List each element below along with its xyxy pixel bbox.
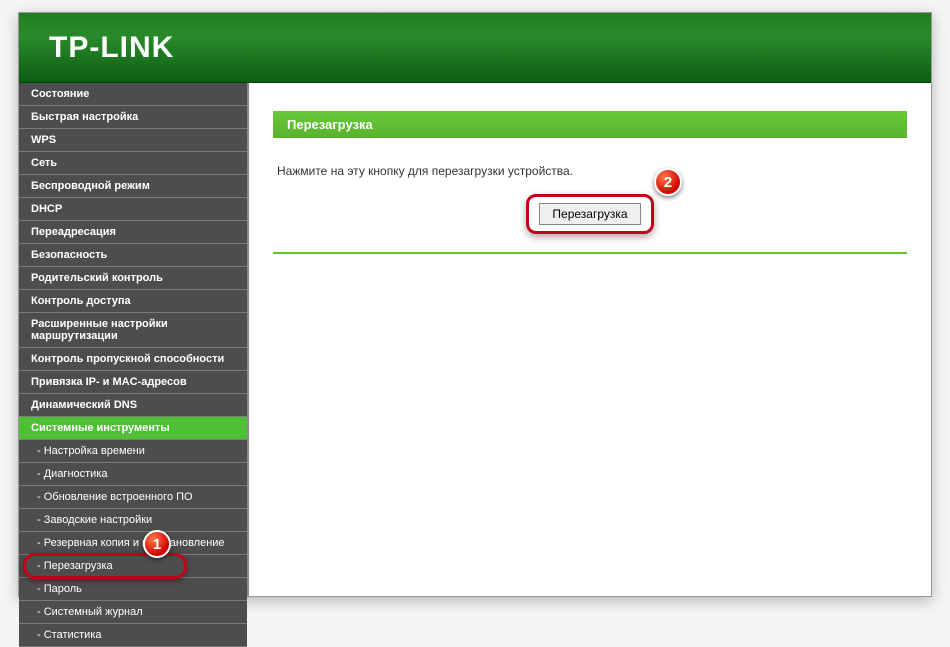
sidebar-sub-factory[interactable]: - Заводские настройки (19, 509, 247, 532)
sidebar-item-security[interactable]: Безопасность (19, 244, 247, 267)
annotation-marker-1: 1 (143, 530, 171, 558)
sidebar-item-parental[interactable]: Родительский контроль (19, 267, 247, 290)
brand-logo: TP-LINK (49, 31, 174, 65)
sidebar-item-label: Беспроводной режим (31, 180, 150, 192)
sidebar-sub-stats[interactable]: - Статистика (19, 624, 247, 647)
sidebar-item-forwarding[interactable]: Переадресация (19, 221, 247, 244)
main-content: Перезагрузка Нажмите на эту кнопку для п… (249, 83, 931, 596)
sidebar-item-ipmac[interactable]: Привязка IP- и MAC-адресов (19, 371, 247, 394)
sidebar-item-label: Безопасность (31, 249, 107, 261)
annotation-marker-2: 2 (654, 168, 682, 196)
sidebar-sub-time[interactable]: - Настройка времени (19, 440, 247, 463)
sidebar-item-label: Родительский контроль (31, 272, 163, 284)
sidebar-sub-diagnostics[interactable]: - Диагностика (19, 463, 247, 486)
sidebar-item-bandwidth[interactable]: Контроль пропускной способности (19, 348, 247, 371)
sidebar-item-label: Системные инструменты (31, 422, 170, 434)
sidebar-sub-password[interactable]: - Пароль (19, 578, 247, 601)
sidebar-item-wireless[interactable]: Беспроводной режим (19, 175, 247, 198)
sidebar-sub-reboot[interactable]: - Перезагрузка (19, 555, 247, 578)
sidebar-item-network[interactable]: Сеть (19, 152, 247, 175)
sidebar-item-label: - Обновление встроенного ПО (37, 491, 193, 503)
sidebar-item-quick-setup[interactable]: Быстрая настройка (19, 106, 247, 129)
sidebar-sub-backup[interactable]: - Резервная копия и восстановление 1 (19, 532, 247, 555)
sidebar-item-label: Сеть (31, 157, 57, 169)
sidebar-item-status[interactable]: Состояние (19, 83, 247, 106)
sidebar-item-label: Быстрая настройка (31, 111, 138, 123)
sidebar-item-label: Переадресация (31, 226, 116, 238)
sidebar-sub-firmware[interactable]: - Обновление встроенного ПО (19, 486, 247, 509)
sidebar-item-label: - Резервная копия и восстановление (37, 537, 225, 549)
router-admin-window: TP-LINK Состояние Быстрая настройка WPS … (18, 12, 932, 597)
sidebar-item-label: Привязка IP- и MAC-адресов (31, 376, 187, 388)
sidebar-item-ddns[interactable]: Динамический DNS (19, 394, 247, 417)
sidebar-item-label: WPS (31, 134, 56, 146)
sidebar-item-label: - Перезагрузка (37, 560, 113, 572)
sidebar-item-label: - Настройка времени (37, 445, 145, 457)
sidebar-item-label: DHCP (31, 203, 62, 215)
sidebar-item-routing[interactable]: Расширенные настройки маршрутизации (19, 313, 247, 348)
header: TP-LINK (19, 13, 931, 83)
sidebar-item-label: - Системный журнал (37, 606, 143, 618)
button-row: Перезагрузка 2 (273, 186, 907, 248)
sidebar: Состояние Быстрая настройка WPS Сеть Бес… (19, 83, 249, 596)
sidebar-item-system-tools[interactable]: Системные инструменты (19, 417, 247, 440)
reboot-button[interactable]: Перезагрузка (539, 203, 640, 225)
instruction-text: Нажмите на эту кнопку для перезагрузки у… (273, 164, 907, 186)
sidebar-item-label: Расширенные настройки маршрутизации (31, 318, 168, 342)
sidebar-item-label: Контроль доступа (31, 295, 131, 307)
sidebar-item-wps[interactable]: WPS (19, 129, 247, 152)
sidebar-item-label: - Заводские настройки (37, 514, 152, 526)
sidebar-item-label: Состояние (31, 88, 89, 100)
sidebar-item-label: - Диагностика (37, 468, 108, 480)
sidebar-sub-syslog[interactable]: - Системный журнал (19, 601, 247, 624)
divider (273, 252, 907, 254)
sidebar-item-dhcp[interactable]: DHCP (19, 198, 247, 221)
sidebar-item-access-control[interactable]: Контроль доступа (19, 290, 247, 313)
sidebar-item-label: - Статистика (37, 629, 102, 641)
sidebar-item-label: Динамический DNS (31, 399, 137, 411)
sidebar-item-label: Контроль пропускной способности (31, 353, 224, 365)
sidebar-item-label: - Пароль (37, 583, 82, 595)
page-title: Перезагрузка (273, 111, 907, 138)
annotation-ring-icon: Перезагрузка (526, 194, 653, 234)
